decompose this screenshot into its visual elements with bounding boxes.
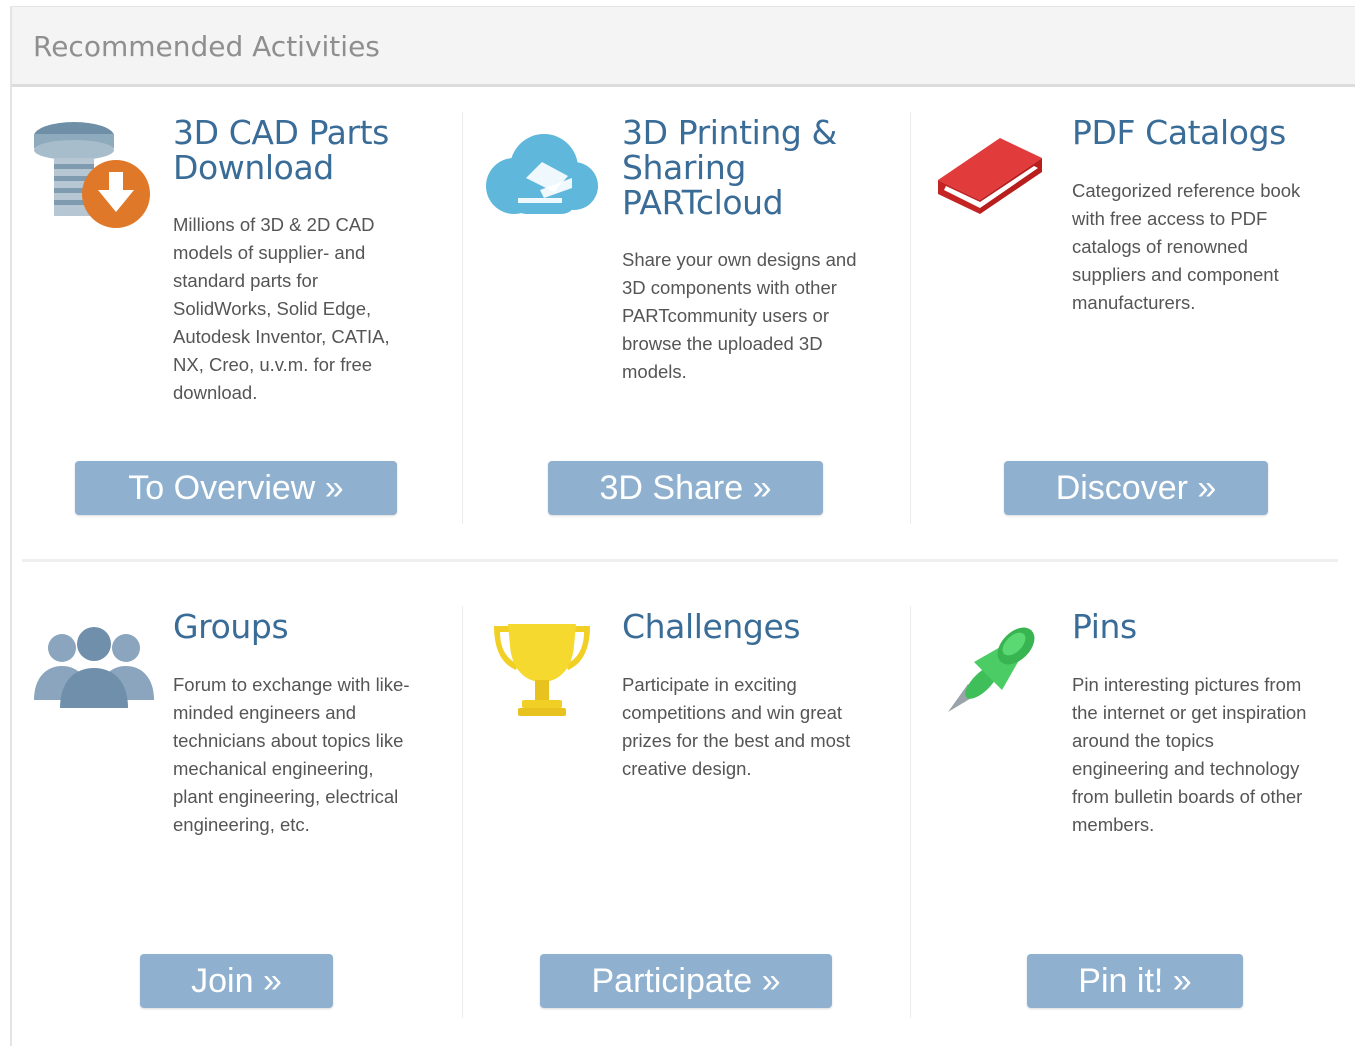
description-line: technicians about topics like [173, 730, 404, 751]
card-title-line: Groups [173, 607, 289, 646]
card-title-line: PARTcloud [622, 183, 784, 222]
3d-share-button[interactable]: 3D Share » [548, 461, 823, 515]
column-divider [462, 112, 463, 524]
card-title: Groups [173, 607, 289, 646]
description-line: models. [622, 361, 687, 382]
description-line: from bulletin boards of other [1072, 786, 1303, 807]
trophy-icon [494, 624, 590, 716]
card-title-line: Sharing [622, 148, 746, 187]
description-line: engineering, etc. [173, 814, 310, 835]
card-title: 3D Printing & Sharing PARTcloud [622, 115, 837, 220]
card-description: Share your own designs and 3D components… [622, 246, 856, 386]
card-title-line: Pins [1072, 607, 1137, 646]
description-line: Forum to exchange with like- [173, 674, 410, 695]
card-description: Pin interesting pictures from the intern… [1072, 671, 1306, 839]
card-title-line: PDF Catalogs [1072, 113, 1286, 152]
card-title-line: 3D Printing & [622, 113, 837, 152]
row-divider [22, 559, 1338, 562]
description-line: the internet or get inspiration [1072, 702, 1307, 723]
cad-download-icon [34, 122, 150, 228]
card-description: Forum to exchange with like- minded engi… [173, 671, 410, 839]
description-line: SolidWorks, Solid Edge, [173, 298, 372, 319]
description-line: Participate in exciting [622, 674, 797, 695]
description-line: Pin interesting pictures from [1072, 674, 1302, 695]
description-line: mechanical engineering, [173, 758, 374, 779]
description-line: PARTcommunity users or [622, 305, 829, 326]
card-title-line: Download [173, 148, 334, 187]
card-title: Pins [1072, 609, 1137, 644]
card-description: Participate in exciting competitions and… [622, 671, 850, 783]
description-line: with free access to PDF [1072, 208, 1268, 229]
column-divider [462, 606, 463, 1018]
column-divider [910, 606, 911, 1018]
card-title: PDF Catalogs [1072, 115, 1286, 150]
description-line: members. [1072, 814, 1155, 835]
book-icon [938, 138, 1042, 214]
card-title-line: 3D CAD Parts [173, 113, 389, 152]
card-description: Categorized reference book with free acc… [1072, 177, 1300, 317]
description-line: manufacturers. [1072, 292, 1196, 313]
description-line: browse the uploaded 3D [622, 333, 823, 354]
description-line: suppliers and component [1072, 264, 1279, 285]
description-line: standard parts for [173, 270, 318, 291]
description-line: Millions of 3D & 2D CAD [173, 214, 375, 235]
description-line: prizes for the best and most [622, 730, 851, 751]
description-line: download. [173, 382, 258, 403]
description-line: Autodesk Inventor, CATIA, [173, 326, 390, 347]
description-line: around the topics [1072, 730, 1214, 751]
column-divider [910, 112, 911, 524]
card-title-line: Challenges [622, 607, 801, 646]
description-line: NX, Creo, u.v.m. for free [173, 354, 373, 375]
panel-title: Recommended Activities [33, 30, 380, 63]
cloud-share-icon [486, 134, 598, 214]
description-line: catalogs of renowned [1072, 236, 1248, 257]
description-line: engineering and technology [1072, 758, 1300, 779]
pin-it-button[interactable]: Pin it! » [1027, 954, 1243, 1008]
description-line: Categorized reference book [1072, 180, 1301, 201]
to-overview-button[interactable]: To Overview » [75, 461, 397, 515]
discover-button[interactable]: Discover » [1004, 461, 1268, 515]
panel-header: Recommended Activities [12, 7, 1355, 87]
description-line: models of supplier- and [173, 242, 366, 263]
card-title: 3D CAD Parts Download [173, 115, 389, 185]
description-line: Share your own designs and [622, 249, 857, 270]
card-description: Millions of 3D & 2D CAD models of suppli… [173, 211, 390, 407]
description-line: competitions and win great [622, 702, 843, 723]
description-line: creative design. [622, 758, 752, 779]
description-line: plant engineering, electrical [173, 786, 399, 807]
pushpin-icon [948, 627, 1035, 712]
description-line: minded engineers and [173, 702, 357, 723]
card-title: Challenges [622, 607, 801, 646]
join-button[interactable]: Join » [140, 954, 333, 1008]
description-line: 3D components with other [622, 277, 837, 298]
group-icon [34, 627, 154, 708]
participate-button[interactable]: Participate » [540, 954, 832, 1008]
